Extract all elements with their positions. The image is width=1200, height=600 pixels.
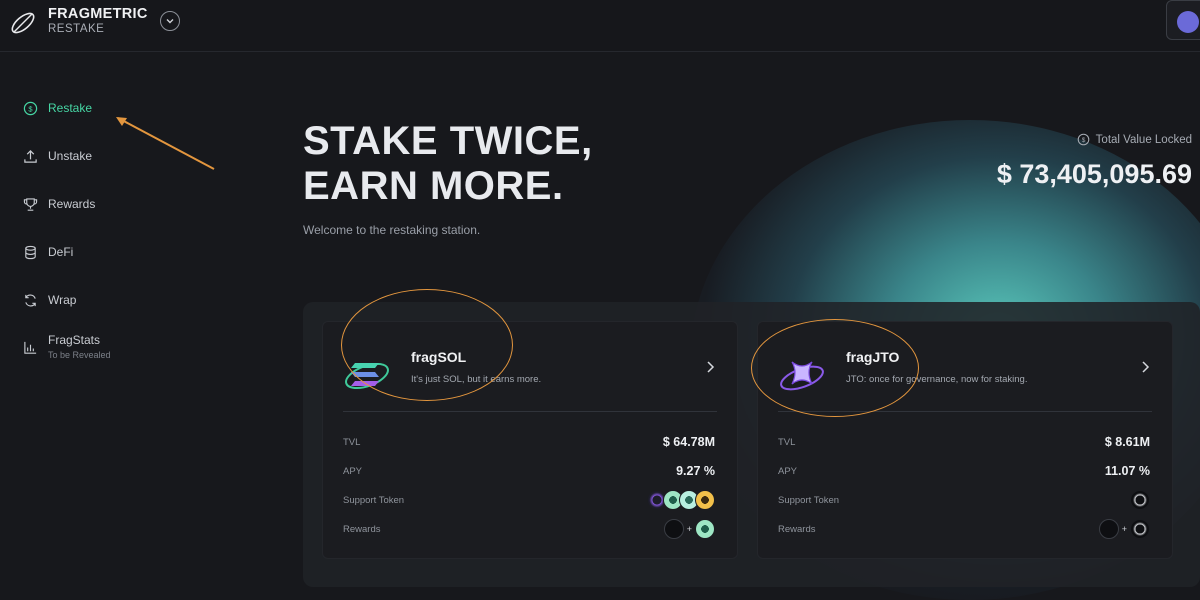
dollar-circle-icon: $ bbox=[22, 100, 38, 116]
avatar bbox=[1177, 11, 1199, 33]
tvl-value: $ 8.61M bbox=[1104, 435, 1150, 449]
sidebar-item-label: Rewards bbox=[48, 197, 96, 211]
sidebar-item-label: Restake bbox=[48, 101, 93, 115]
total-value-locked-value: $ 73,405,095.69 bbox=[996, 159, 1192, 189]
svg-text:$: $ bbox=[1081, 137, 1085, 144]
svg-text:$: $ bbox=[28, 104, 33, 113]
annotation-arrow bbox=[116, 117, 215, 170]
rewards-row: Rewards + bbox=[778, 519, 1150, 539]
wallet-button[interactable] bbox=[1166, 0, 1200, 40]
sidebar-item-label: DeFi bbox=[48, 245, 74, 259]
rewards-icons: + bbox=[663, 519, 715, 539]
rewards-icons: + bbox=[1098, 519, 1150, 539]
tvl-row: TVL $ 64.78M bbox=[343, 435, 715, 449]
support-token-icons bbox=[647, 490, 715, 510]
brand[interactable]: FRAGMETRIC RESTAKE bbox=[48, 6, 148, 35]
apy-value: 11.07 % bbox=[1104, 464, 1150, 478]
sidebar-item-defi[interactable]: DeFi bbox=[22, 244, 73, 260]
rewards-row: Rewards + bbox=[343, 519, 715, 539]
support-token-row: Support Token bbox=[343, 490, 715, 510]
bar-chart-icon bbox=[22, 339, 38, 355]
database-icon bbox=[22, 244, 38, 260]
brand-name: FRAGMETRIC bbox=[48, 6, 148, 22]
refresh-icon bbox=[22, 292, 38, 308]
apy-value: 9.27 % bbox=[676, 464, 715, 478]
sidebar-item-sublabel: To be Revealed bbox=[48, 350, 111, 360]
apy-row: APY 11.07 % bbox=[778, 464, 1150, 478]
sidebar-item-unstake[interactable]: Unstake bbox=[22, 148, 92, 164]
divider bbox=[343, 411, 717, 412]
jto-reward-token-icon bbox=[1130, 519, 1150, 539]
bsol-token-icon bbox=[695, 490, 715, 510]
fragmetric-token-icon bbox=[663, 519, 684, 539]
sidebar-item-wrap[interactable]: Wrap bbox=[22, 292, 76, 308]
brand-subtitle: RESTAKE bbox=[48, 23, 105, 35]
sidebar-item-label: FragStats bbox=[48, 333, 101, 347]
chevron-down-icon bbox=[166, 19, 174, 24]
tvl-row: TVL $ 8.61M bbox=[778, 435, 1150, 449]
tvl-value: $ 64.78M bbox=[662, 435, 715, 449]
total-value-locked-label: $ Total Value Locked bbox=[1077, 133, 1192, 146]
top-bar: FRAGMETRIC RESTAKE bbox=[0, 0, 1200, 52]
page-subtitle: Welcome to the restaking station. bbox=[303, 223, 481, 237]
annotation-circle bbox=[341, 289, 513, 401]
fragmetric-token-icon bbox=[1098, 519, 1119, 539]
chevron-right-icon[interactable] bbox=[705, 360, 715, 374]
apy-row: APY 9.27 % bbox=[343, 464, 715, 478]
sidebar-item-restake[interactable]: $ Restake bbox=[22, 100, 92, 116]
sidebar-item-fragstats[interactable]: FragStats To be Revealed bbox=[22, 333, 111, 360]
support-token-icons bbox=[1130, 490, 1150, 510]
chevron-right-icon[interactable] bbox=[1140, 360, 1150, 374]
page-title: STAKE TWICE, EARN MORE. bbox=[303, 119, 593, 208]
fragmetric-logo-icon[interactable] bbox=[8, 8, 38, 38]
app-switcher-button[interactable] bbox=[160, 11, 180, 31]
jto-token-icon bbox=[1130, 490, 1150, 510]
upload-icon bbox=[22, 148, 38, 164]
support-token-row: Support Token bbox=[778, 490, 1150, 510]
annotation-circle bbox=[751, 319, 919, 417]
sol-reward-token-icon bbox=[695, 519, 715, 539]
dollar-circle-icon: $ bbox=[1077, 133, 1089, 146]
sidebar-item-rewards[interactable]: Rewards bbox=[22, 196, 95, 212]
sidebar-item-label: Unstake bbox=[48, 149, 93, 163]
sidebar-item-label: Wrap bbox=[48, 293, 77, 307]
trophy-icon bbox=[22, 196, 38, 212]
